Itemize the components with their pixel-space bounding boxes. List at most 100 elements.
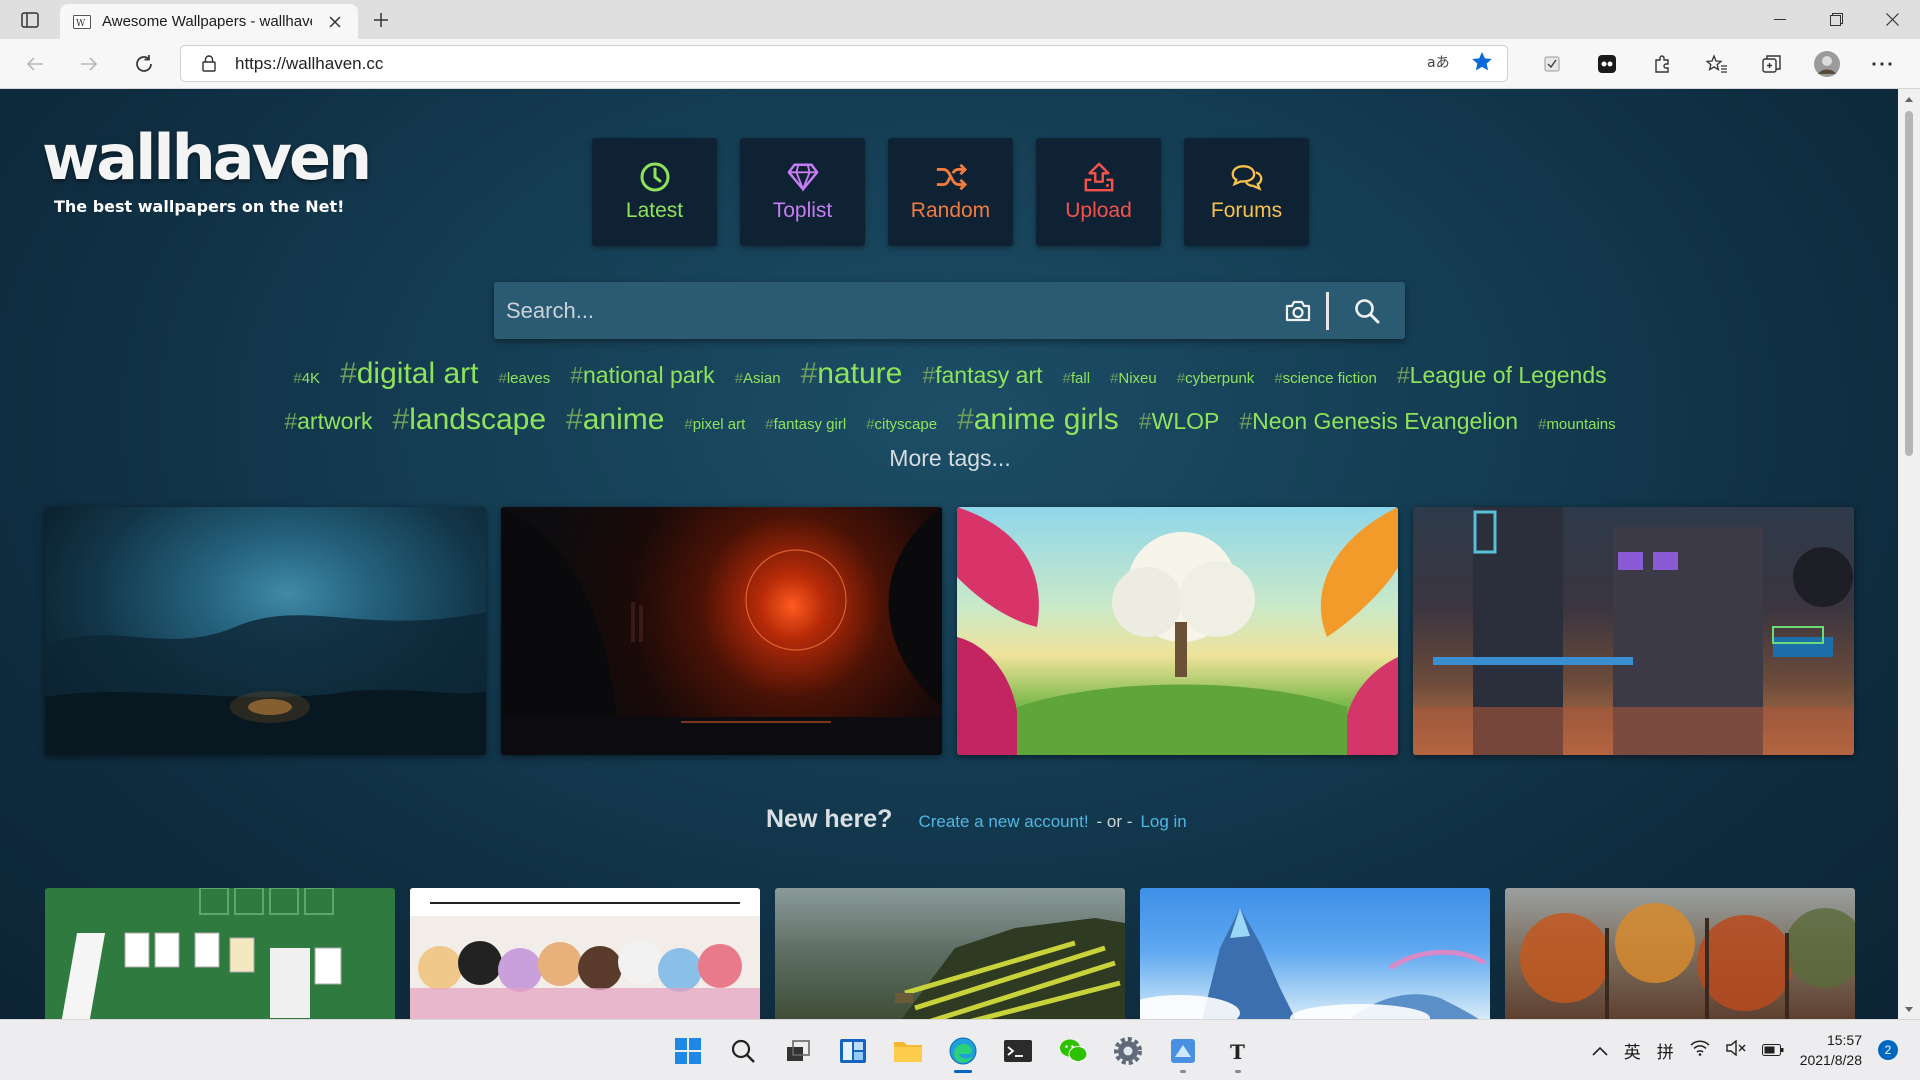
shuffle-icon	[935, 161, 967, 193]
tag-link[interactable]: #fantasy girl	[765, 416, 846, 433]
edge-browser-icon[interactable]	[940, 1028, 985, 1073]
site-logo[interactable]: wallhaven The best wallpapers on the Net…	[42, 127, 372, 217]
login-link[interactable]: Log in	[1140, 812, 1186, 832]
favorites-icon[interactable]	[1689, 48, 1744, 80]
search-input[interactable]	[494, 282, 1270, 339]
wallpaper-thumbnail[interactable]	[1140, 888, 1490, 1019]
nav-toplist-button[interactable]: Toplist	[740, 138, 865, 246]
wallpaper-thumbnail[interactable]	[501, 507, 942, 755]
start-icon[interactable]	[665, 1028, 710, 1073]
wallhaven-favicon-icon: W	[72, 12, 92, 32]
tag-link[interactable]: #mountains	[1538, 416, 1616, 433]
tag-link[interactable]: #digital art	[340, 357, 478, 391]
settings-more-icon[interactable]	[1854, 48, 1909, 80]
tag-link[interactable]: #WLOP	[1139, 408, 1220, 435]
wifi-icon[interactable]	[1690, 1040, 1710, 1060]
refresh-icon[interactable]	[127, 48, 161, 80]
windows-taskbar: T 英 拼 15:57 2021/8/28 2	[0, 1019, 1920, 1080]
tag-link[interactable]: #Neon Genesis Evangelion	[1239, 408, 1518, 435]
minimize-icon[interactable]	[1752, 0, 1808, 39]
tag-link[interactable]: #landscape	[393, 403, 546, 437]
widgets-icon[interactable]	[830, 1028, 875, 1073]
nav-toplist-label: Toplist	[772, 199, 833, 222]
page-content: wallhaven The best wallpapers on the Net…	[0, 89, 1898, 1019]
tag-link[interactable]: #fall	[1063, 370, 1091, 387]
back-icon[interactable]	[18, 48, 52, 80]
tag-link[interactable]: #cyberpunk	[1177, 370, 1255, 387]
nav-latest-label: Latest	[625, 199, 684, 222]
volume-muted-icon[interactable]	[1726, 1039, 1746, 1060]
tag-link[interactable]: #national park	[570, 362, 715, 389]
ime-language-indicator[interactable]: 英	[1624, 1038, 1641, 1063]
tag-link[interactable]: #anime girls	[957, 403, 1119, 437]
app-blue-icon[interactable]	[1160, 1028, 1205, 1073]
search-icon[interactable]	[720, 1028, 765, 1073]
new-tab-icon[interactable]	[366, 7, 396, 33]
create-account-link[interactable]: Create a new account!	[918, 812, 1088, 832]
battery-icon[interactable]	[1761, 1041, 1784, 1060]
wechat-icon[interactable]	[1050, 1028, 1095, 1073]
ime-mode-indicator[interactable]: 拼	[1657, 1038, 1674, 1063]
wallpaper-thumbnail[interactable]	[410, 888, 760, 1019]
translate-icon[interactable]: aあ	[1427, 53, 1450, 75]
clock-time: 15:57	[1826, 1032, 1862, 1048]
tag-link[interactable]: #Asian	[735, 370, 781, 387]
nav-upload-button[interactable]: Upload	[1036, 138, 1161, 246]
forward-icon[interactable]	[72, 48, 106, 80]
tag-row-2: #artwork #landscape #anime #pixel art #fanta…	[200, 403, 1700, 449]
search-icon[interactable]	[1329, 282, 1405, 339]
extensions-puzzle-icon[interactable]	[1634, 48, 1689, 80]
nav-latest-button[interactable]: Latest	[592, 138, 717, 246]
scroll-up-icon[interactable]	[1903, 93, 1915, 105]
tag-link[interactable]: #science fiction	[1274, 370, 1377, 387]
close-window-icon[interactable]	[1864, 0, 1920, 39]
tag-link[interactable]: #leaves	[498, 370, 550, 387]
scroll-thumb[interactable]	[1905, 111, 1913, 456]
profile-avatar[interactable]	[1799, 48, 1854, 80]
tag-link[interactable]: #artwork	[284, 408, 372, 435]
collections-icon[interactable]	[1744, 48, 1799, 80]
wallpaper-thumbnail[interactable]	[45, 507, 486, 755]
restore-icon[interactable]	[1808, 0, 1864, 39]
scroll-down-icon[interactable]	[1903, 1003, 1915, 1015]
tab-actions-icon[interactable]	[12, 7, 48, 33]
tag-link[interactable]: #nature	[801, 357, 903, 391]
tag-link[interactable]: #fantasy art	[922, 362, 1042, 389]
terminal-icon[interactable]	[995, 1028, 1040, 1073]
svg-text:T: T	[1230, 1040, 1245, 1064]
wallpaper-thumbnail[interactable]	[775, 888, 1125, 1019]
tag-link[interactable]: #Nixeu	[1110, 370, 1157, 387]
more-tags-link[interactable]: More tags...	[200, 445, 1700, 472]
clock[interactable]: 15:57 2021/8/28	[1800, 1030, 1862, 1070]
wallpaper-thumbnail[interactable]	[45, 888, 395, 1019]
notification-badge[interactable]: 2	[1878, 1040, 1898, 1060]
camera-search-icon[interactable]	[1270, 282, 1326, 339]
tag-link[interactable]: #cityscape	[866, 416, 937, 433]
popular-tags: #4K #digital art #leaves #national park #Asi…	[200, 357, 1700, 472]
nav-random-button[interactable]: Random	[888, 138, 1013, 246]
svg-text:aあ: aあ	[1427, 55, 1449, 71]
file-explorer-icon[interactable]	[885, 1028, 930, 1073]
wallpaper-thumbnail[interactable]	[1505, 888, 1855, 1019]
diamond-icon	[787, 161, 819, 193]
favorite-star-icon[interactable]	[1471, 51, 1493, 76]
url-text[interactable]: https://wallhaven.cc	[235, 54, 383, 74]
extension-check-icon[interactable]	[1524, 48, 1579, 80]
page-scrollbar[interactable]	[1898, 89, 1920, 1019]
active-tab[interactable]: W Awesome Wallpapers - wallhaven	[60, 4, 358, 39]
tag-link[interactable]: #anime	[566, 403, 664, 437]
wallpaper-thumbnail[interactable]	[1413, 507, 1854, 755]
tag-link[interactable]: #pixel art	[684, 416, 745, 433]
tag-link[interactable]: #4K	[293, 370, 320, 387]
chevron-up-icon[interactable]	[1592, 1041, 1608, 1060]
nav-forums-button[interactable]: Forums	[1184, 138, 1309, 246]
task-view-icon[interactable]	[775, 1028, 820, 1073]
lock-icon[interactable]	[199, 54, 219, 74]
extension-mask-icon[interactable]	[1579, 48, 1634, 80]
address-bar[interactable]: https://wallhaven.cc aあ	[180, 45, 1508, 82]
tag-link[interactable]: #League of Legends	[1397, 362, 1607, 389]
wallpaper-thumbnail[interactable]	[957, 507, 1398, 755]
settings-gear-icon[interactable]	[1105, 1028, 1150, 1073]
close-tab-icon[interactable]	[324, 11, 346, 33]
typora-icon[interactable]: T	[1215, 1028, 1260, 1073]
